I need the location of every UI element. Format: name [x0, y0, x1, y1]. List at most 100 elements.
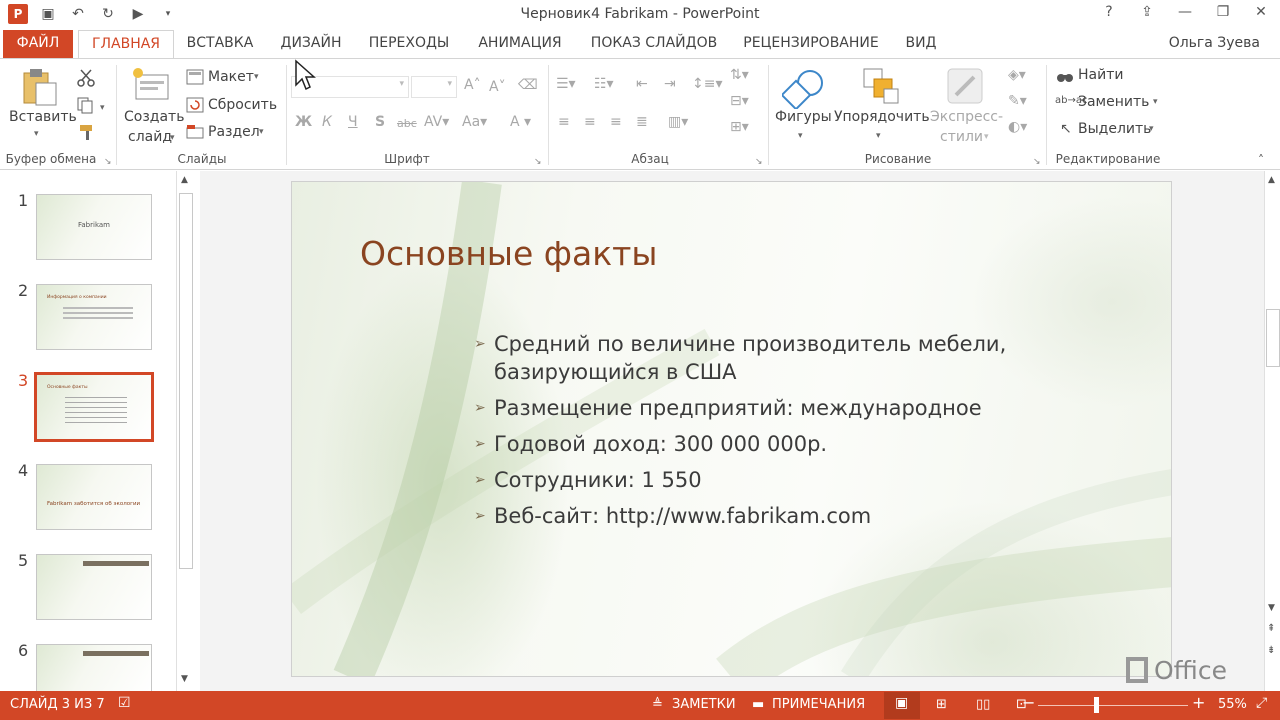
- tab-insert[interactable]: ВСТАВКА: [180, 30, 260, 59]
- char-spacing-icon[interactable]: AV▾: [424, 114, 449, 130]
- font-size-box[interactable]: ▾: [411, 76, 457, 98]
- section-button[interactable]: Раздел: [208, 124, 260, 140]
- spelling-check-icon[interactable]: ☑: [118, 695, 131, 711]
- quick-styles-dropdown-icon[interactable]: ▾: [984, 132, 989, 142]
- fit-to-window-icon[interactable]: ⤢: [1256, 695, 1267, 711]
- slide-counter[interactable]: СЛАЙД 3 ИЗ 7: [10, 697, 105, 712]
- zoom-slider[interactable]: [1038, 705, 1188, 706]
- replace-button[interactable]: Заменить: [1078, 94, 1149, 110]
- slide-thumbnail-4[interactable]: Fabrikam заботится об экологии: [36, 464, 152, 530]
- quick-styles-icon[interactable]: [946, 67, 986, 111]
- slide-thumbnail-6[interactable]: [36, 644, 152, 691]
- user-name[interactable]: Ольга Зуева: [1169, 35, 1260, 51]
- next-slide-icon[interactable]: ⇟: [1267, 645, 1275, 656]
- font-launcher-icon[interactable]: ↘: [534, 157, 542, 167]
- change-case-icon[interactable]: Aa▾: [462, 114, 487, 130]
- tab-slideshow[interactable]: ПОКАЗ СЛАЙДОВ: [584, 30, 724, 59]
- scroll-thumb[interactable]: [179, 193, 193, 569]
- new-slide-icon[interactable]: [132, 67, 172, 107]
- previous-slide-icon[interactable]: ⇞: [1267, 623, 1275, 634]
- slide-canvas[interactable]: Основные факты ➢ Средний по величине прои…: [291, 181, 1172, 677]
- slide-thumbnail-5[interactable]: [36, 554, 152, 620]
- quick-styles-button[interactable]: Экспресс-: [930, 109, 1003, 125]
- tab-home[interactable]: ГЛАВНАЯ: [78, 30, 174, 59]
- align-left-icon[interactable]: ≡: [558, 114, 570, 130]
- shape-effects-icon[interactable]: ◐▾: [1008, 119, 1027, 135]
- justify-icon[interactable]: ≣: [636, 114, 648, 130]
- find-button[interactable]: Найти: [1078, 67, 1123, 83]
- notes-icon[interactable]: ≜: [652, 697, 663, 712]
- paste-icon[interactable]: [22, 67, 58, 107]
- strikethrough-button[interactable]: abc: [397, 117, 417, 130]
- bullets-icon[interactable]: ☰▾: [556, 76, 576, 92]
- layout-dropdown-icon[interactable]: ▾: [254, 72, 259, 82]
- decrease-indent-icon[interactable]: ⇤: [636, 76, 648, 92]
- zoom-slider-thumb[interactable]: [1094, 697, 1099, 713]
- shape-fill-icon[interactable]: ◈▾: [1008, 67, 1026, 83]
- zoom-level[interactable]: 55%: [1218, 697, 1247, 712]
- bullet-item[interactable]: ➢ Веб-сайт: http://www.fabrikam.com: [472, 502, 1032, 530]
- clear-format-icon[interactable]: ⌫: [518, 77, 538, 93]
- cut-icon[interactable]: [76, 69, 96, 91]
- align-text-icon[interactable]: ⊟▾: [730, 93, 749, 109]
- slide-scrollbar[interactable]: ▲ ▼ ⇞ ⇟: [1264, 171, 1280, 691]
- shape-outline-icon[interactable]: ✎▾: [1008, 93, 1027, 109]
- normal-view-button[interactable]: ▣: [884, 692, 920, 719]
- tab-design[interactable]: ДИЗАЙН: [272, 30, 350, 59]
- layout-button[interactable]: Макет: [208, 69, 254, 85]
- shapes-dropdown-icon[interactable]: ▾: [798, 131, 803, 141]
- restore-icon[interactable]: ❐: [1214, 4, 1232, 20]
- new-slide-dropdown-icon[interactable]: ▾: [170, 133, 175, 143]
- select-button[interactable]: Выделить: [1078, 121, 1151, 137]
- arrange-icon[interactable]: [862, 67, 902, 111]
- paste-dropdown-icon[interactable]: ▾: [34, 129, 39, 139]
- slide-thumbnail-1[interactable]: Fabrikam: [36, 194, 152, 260]
- layout-icon[interactable]: [186, 69, 204, 89]
- slide-bullet-list[interactable]: ➢ Средний по величине производитель мебел…: [472, 330, 1032, 538]
- clipboard-launcher-icon[interactable]: ↘: [104, 157, 112, 167]
- align-center-icon[interactable]: ≡: [584, 114, 596, 130]
- arrange-dropdown-icon[interactable]: ▾: [876, 131, 881, 141]
- smartart-icon[interactable]: ⊞▾: [730, 119, 749, 135]
- increase-indent-icon[interactable]: ⇥: [664, 76, 676, 92]
- bold-button[interactable]: Ж: [295, 114, 312, 130]
- drawing-launcher-icon[interactable]: ↘: [1033, 157, 1041, 167]
- reading-view-icon[interactable]: ▯▯: [976, 697, 990, 712]
- bullet-item[interactable]: ➢ Средний по величине производитель мебел…: [472, 330, 1032, 386]
- help-button[interactable]: ?: [1100, 4, 1118, 20]
- reset-button[interactable]: Сбросить: [208, 97, 277, 113]
- shapes-icon[interactable]: [780, 67, 826, 113]
- scroll-down-icon[interactable]: ▼: [181, 674, 188, 684]
- scroll-up-icon[interactable]: ▲: [1268, 175, 1275, 185]
- grow-font-icon[interactable]: A˄: [464, 77, 481, 93]
- thumbnails-scrollbar[interactable]: ▲ ▼: [176, 171, 194, 691]
- quick-styles-button-line2[interactable]: стили: [940, 129, 983, 145]
- zoom-out-icon[interactable]: −: [1022, 693, 1035, 712]
- ribbon-display-icon[interactable]: ⇪: [1138, 4, 1156, 20]
- text-direction-icon[interactable]: ⇅▾: [730, 67, 749, 83]
- notes-button[interactable]: ЗАМЕТКИ: [672, 697, 736, 712]
- find-icon[interactable]: [1056, 69, 1074, 89]
- collapse-ribbon-icon[interactable]: ˄: [1258, 153, 1264, 167]
- numbering-icon[interactable]: ☷▾: [594, 76, 614, 92]
- format-painter-icon[interactable]: [78, 123, 96, 145]
- section-icon[interactable]: [186, 124, 204, 144]
- comments-button[interactable]: ПРИМЕЧАНИЯ: [772, 697, 865, 712]
- scroll-thumb[interactable]: [1266, 309, 1280, 367]
- new-slide-button[interactable]: Создать: [124, 109, 184, 125]
- section-dropdown-icon[interactable]: ▾: [259, 127, 264, 137]
- arrange-button[interactable]: Упорядочить: [834, 109, 930, 125]
- tab-file[interactable]: ФАЙЛ: [3, 30, 73, 59]
- font-color-icon[interactable]: A ▾: [510, 114, 531, 130]
- tab-animation[interactable]: АНИМАЦИЯ: [468, 30, 572, 59]
- copy-icon[interactable]: ▾: [76, 96, 108, 118]
- bullet-item[interactable]: ➢ Сотрудники: 1 550: [472, 466, 1032, 494]
- scroll-up-icon[interactable]: ▲: [181, 175, 188, 185]
- reset-icon[interactable]: [186, 97, 204, 117]
- shadow-button[interactable]: S: [375, 114, 385, 130]
- zoom-in-icon[interactable]: +: [1192, 693, 1205, 712]
- align-right-icon[interactable]: ≡: [610, 114, 622, 130]
- minimize-icon[interactable]: —: [1176, 4, 1194, 20]
- replace-dropdown-icon[interactable]: ▾: [1153, 97, 1158, 107]
- new-slide-button-line2[interactable]: слайд: [128, 129, 172, 145]
